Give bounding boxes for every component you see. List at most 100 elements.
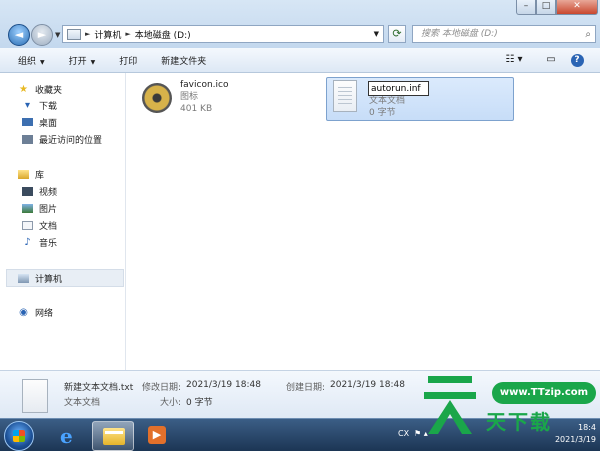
organize-label: 组织 [18,56,37,67]
taskbar-media-player[interactable]: ▶ [136,421,176,449]
file-item-favicon[interactable]: favicon.ico 图标 401 KB [137,78,229,118]
details-created-value: 2021/3/19 18:48 [330,380,405,390]
computer-icon [67,28,81,40]
window-header: – □ ✕ ◄ ► ▼ ► 计算机 ► 本地磁盘 (D:) ▼ ⟳ 搜索 本地磁… [0,0,600,49]
organize-button[interactable]: 组织 ▼ [12,52,51,69]
media-player-icon: ▶ [148,426,166,444]
text-document-icon [327,78,363,116]
internet-explorer-icon: e [60,424,73,448]
sidebar-item-downloads[interactable]: ▾ 下载 [22,98,57,112]
video-icon [22,186,33,196]
file-size: 401 KB [180,104,213,114]
downloads-folder-icon: ▾ [24,99,31,111]
search-icon[interactable]: ⌕ [585,27,591,43]
file-item-autorun[interactable]: 文本文档 0 字节 [326,77,514,121]
command-bar: 组织 ▼ 打开 ▼ 打印 新建文件夹 ☷ ▾ ▭ ? [0,48,600,73]
details-size-value: 0 字节 [186,398,213,408]
desktop-icon [22,118,33,126]
search-placeholder: 搜索 本地磁盘 (D:) [421,29,498,39]
chevron-down-icon[interactable]: ▼ [374,30,379,38]
preview-pane-icon: ▭ [546,54,556,65]
sidebar-label: 最近访问的位置 [39,135,103,146]
refresh-button[interactable]: ⟳ [388,25,406,43]
sidebar-label: 图片 [39,204,58,215]
help-button[interactable]: ? [568,51,586,69]
address-bar[interactable]: ► 计算机 ► 本地磁盘 (D:) ▼ [62,25,384,43]
sidebar-label: 库 [35,170,45,181]
pictures-icon [22,203,33,213]
file-type: 文本文档 [369,96,406,106]
open-button[interactable]: 打开 ▼ [63,52,102,69]
sidebar-label: 文档 [39,221,58,232]
clock-date: 2021/3/19 [554,435,596,444]
forward-button[interactable]: ► [31,24,53,46]
sidebar-item-videos[interactable]: 视频 [22,184,57,198]
sidebar-item-libraries[interactable]: 库 [18,167,44,181]
recent-places-icon [22,134,33,144]
sidebar-item-computer[interactable]: 计算机 [18,271,62,285]
disk-image-icon [137,78,177,118]
sidebar-label: 下载 [39,101,58,112]
taskbar-file-explorer[interactable] [92,421,134,451]
text-document-icon [22,379,48,413]
star-icon: ★ [19,83,28,95]
sidebar-item-desktop[interactable]: 桌面 [22,115,57,129]
preview-pane-button[interactable]: ▭ [542,51,560,69]
chevron-down-icon: ▼ [90,58,96,66]
open-label: 打开 [68,56,87,67]
back-button[interactable]: ◄ [8,24,30,46]
new-folder-button[interactable]: 新建文件夹 [155,52,212,69]
details-modified-value: 2021/3/19 18:48 [186,380,261,390]
change-view-button[interactable]: ☷ ▾ [500,51,528,69]
recent-pages-dropdown-icon[interactable]: ▼ [55,31,60,39]
close-button[interactable]: ✕ [556,0,598,15]
chevron-down-icon: ▼ [40,58,45,66]
start-button[interactable] [4,421,34,451]
input-language-indicator[interactable]: CX [398,429,409,438]
sidebar-label: 桌面 [39,118,58,129]
maximize-button[interactable]: □ [536,0,556,15]
sidebar-item-pictures[interactable]: 图片 [22,201,57,215]
library-icon [18,169,29,179]
documents-icon [22,220,33,230]
sidebar-label: 音乐 [39,238,58,249]
minimize-button[interactable]: – [516,0,536,15]
rename-input[interactable] [368,81,429,96]
details-created-label: 创建日期: [286,383,326,393]
sidebar-item-network[interactable]: ◉ 网络 [18,305,53,319]
help-icon: ? [570,54,584,67]
print-button[interactable]: 打印 [113,52,143,69]
sidebar-label: 收藏夹 [35,85,63,96]
taskbar-internet-explorer[interactable]: e [50,421,90,449]
sidebar-item-music[interactable]: ♪ 音乐 [22,235,57,249]
sidebar-label: 视频 [39,187,58,198]
sidebar-item-favorites[interactable]: ★ 收藏夹 [18,82,62,96]
music-icon: ♪ [24,236,31,248]
watermark-site-badge: www.TTzip.com [492,382,596,404]
sidebar-label: 网络 [35,308,54,319]
file-size: 0 字节 [369,108,396,118]
file-type: 图标 [180,92,199,102]
watermark-logo [424,376,476,434]
details-size-label: 大小: [160,398,182,408]
search-input[interactable]: 搜索 本地磁盘 (D:) ⌕ [412,25,596,43]
navigation-pane: ★ 收藏夹 ▾ 下载 桌面 最近访问的位置 库 视频 图片 文档 ♪ 音乐 计算… [0,73,126,370]
breadcrumb-drive-d[interactable]: 本地磁盘 (D:) [135,28,191,41]
view-icon: ☷ ▾ [505,54,523,65]
details-modified-label: 修改日期: [142,383,182,393]
computer-icon [18,273,29,283]
details-filetype: 文本文档 [64,398,101,408]
windows-logo-icon [13,430,25,442]
network-icon: ◉ [19,306,28,318]
breadcrumb-computer[interactable]: 计算机 [94,28,121,41]
chevron-right-icon[interactable]: ► [125,30,130,38]
sidebar-item-documents[interactable]: 文档 [22,218,57,232]
details-filename: 新建文本文档.txt [64,383,134,393]
watermark-text: 天下载 [486,410,552,434]
folder-icon [103,428,125,445]
chevron-right-icon[interactable]: ► [85,30,90,38]
sidebar-label: 计算机 [35,274,63,285]
file-list: favicon.ico 图标 401 KB 文本文档 0 字节 [126,73,600,370]
file-name: favicon.ico [180,80,229,90]
sidebar-item-recent-places[interactable]: 最近访问的位置 [22,132,102,146]
